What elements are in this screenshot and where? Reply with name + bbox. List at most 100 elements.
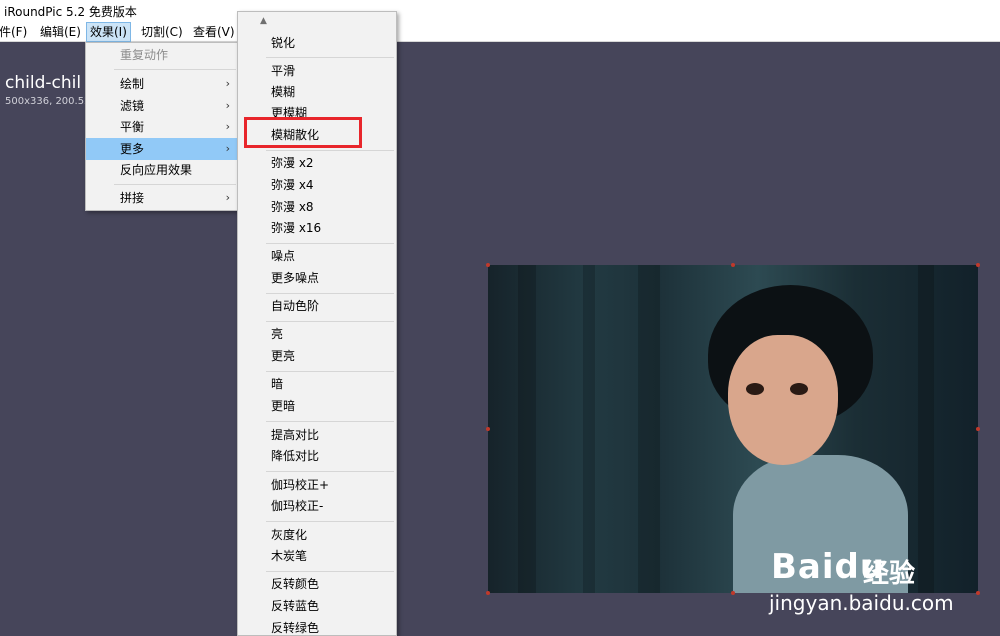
menu-item-invert-green[interactable]: 反转绿色	[238, 619, 396, 636]
menu-item-smooth[interactable]: 平滑	[238, 62, 396, 80]
menu-item-brighten-more[interactable]: 更亮	[238, 347, 396, 365]
menu-item-label: 亮	[271, 327, 284, 341]
selection-handle[interactable]	[976, 427, 980, 431]
more-effects-submenu: ▲ 锐化 平滑 模糊 更模糊 模糊散化 弥漫 x2 弥漫 x4 弥漫 x8 弥漫…	[237, 11, 397, 636]
menu-item-label: 弥漫 x4	[271, 178, 314, 192]
menu-separator	[114, 184, 236, 185]
menu-effects[interactable]: 效果(I)	[86, 22, 131, 42]
menu-item-label: 降低对比	[271, 449, 320, 463]
menu-item-label: 绘制	[120, 77, 145, 91]
child-face	[728, 335, 838, 465]
menu-item-label: 拼接	[120, 191, 145, 205]
background-stripe	[583, 265, 595, 593]
menu-item-diffuse-x16[interactable]: 弥漫 x16	[238, 219, 396, 237]
menu-item-more-noise[interactable]: 更多噪点	[238, 269, 396, 287]
menu-separator	[266, 571, 394, 572]
menu-item-label: 提高对比	[271, 428, 320, 442]
menu-item-label: 反转颜色	[271, 577, 320, 591]
window-title: iRoundPic 5.2 免费版本	[4, 5, 137, 19]
menu-item-diffuse-x2[interactable]: 弥漫 x2	[238, 154, 396, 172]
menu-item-label: 噪点	[271, 249, 296, 263]
menu-item-label: 自动色阶	[271, 299, 320, 313]
menu-item-brighten[interactable]: 亮	[238, 325, 396, 343]
menu-separator	[266, 150, 394, 151]
scroll-up-icon[interactable]: ▲	[260, 16, 267, 26]
submenu-arrow-icon: ›	[225, 120, 230, 133]
menu-file[interactable]: 件(F)	[0, 22, 30, 42]
background-stripe	[918, 265, 934, 593]
menu-item-draw[interactable]: 绘制 ›	[86, 75, 238, 93]
menu-item-diffuse-x4[interactable]: 弥漫 x4	[238, 176, 396, 194]
menu-item-gamma-plus[interactable]: 伽玛校正+	[238, 476, 396, 494]
menu-cut[interactable]: 切割(C)	[138, 22, 186, 42]
menu-item-more[interactable]: 更多 ›	[86, 138, 238, 160]
menu-item-label: 更多噪点	[271, 271, 320, 285]
menu-item-label: 重复动作	[120, 48, 169, 62]
selection-handle[interactable]	[731, 591, 735, 595]
child-eye	[790, 383, 808, 395]
menu-item-label: 伽玛校正-	[271, 499, 324, 513]
menu-item-decrease-contrast[interactable]: 降低对比	[238, 447, 396, 465]
document-info: 500x336, 200.52	[5, 96, 91, 107]
menu-edit[interactable]: 编辑(E)	[37, 22, 84, 42]
menu-item-charcoal[interactable]: 木炭笔	[238, 547, 396, 565]
menu-item-label: 弥漫 x16	[271, 221, 322, 235]
menu-separator	[266, 371, 394, 372]
selection-handle[interactable]	[976, 263, 980, 267]
menu-view[interactable]: 查看(V)	[190, 22, 238, 42]
menu-separator	[266, 321, 394, 322]
selection-handle[interactable]	[731, 263, 735, 267]
menu-item-label: 模糊	[271, 85, 296, 99]
menu-item-auto-levels[interactable]: 自动色阶	[238, 297, 396, 315]
menu-item-balance[interactable]: 平衡 ›	[86, 118, 238, 136]
menu-separator	[266, 521, 394, 522]
menu-item-label: 滤镜	[120, 99, 145, 113]
menu-item-invert-colors[interactable]: 反转颜色	[238, 575, 396, 593]
menu-item-sharpen[interactable]: 锐化	[238, 34, 396, 52]
submenu-arrow-icon: ›	[225, 77, 230, 90]
menu-item-label: 灰度化	[271, 528, 308, 542]
menu-item-label: 反转绿色	[271, 621, 320, 635]
menu-item-label: 更亮	[271, 349, 296, 363]
child-eye	[746, 383, 764, 395]
title-bar: iRoundPic 5.2 免费版本	[0, 0, 1000, 22]
menu-item-label: 锐化	[271, 36, 296, 50]
menu-item-label: 反向应用效果	[120, 163, 193, 177]
menu-item-invert-blue[interactable]: 反转蓝色	[238, 597, 396, 615]
menu-item-filter[interactable]: 滤镜 ›	[86, 97, 238, 115]
submenu-arrow-icon: ›	[225, 191, 230, 204]
menu-separator	[266, 421, 394, 422]
menu-item-darken[interactable]: 暗	[238, 375, 396, 393]
menu-item-gamma-minus[interactable]: 伽玛校正-	[238, 497, 396, 515]
menu-item-label: 反转蓝色	[271, 599, 320, 613]
menu-separator	[266, 57, 394, 58]
menu-item-blur[interactable]: 模糊	[238, 83, 396, 101]
menu-separator	[266, 471, 394, 472]
menu-item-label: 平衡	[120, 120, 145, 134]
menu-separator	[266, 243, 394, 244]
menu-item-label: 弥漫 x8	[271, 200, 314, 214]
menu-item-label: 木炭笔	[271, 549, 308, 563]
selection-handle[interactable]	[486, 591, 490, 595]
selection-handle[interactable]	[486, 263, 490, 267]
selection-handle[interactable]	[486, 427, 490, 431]
background-stripe	[518, 265, 536, 593]
menu-item-reverse-apply[interactable]: 反向应用效果	[86, 161, 238, 179]
menu-item-label: 更暗	[271, 399, 296, 413]
menu-item-stitch[interactable]: 拼接 ›	[86, 189, 238, 207]
photo-image[interactable]	[488, 265, 978, 593]
menu-item-darken-more[interactable]: 更暗	[238, 397, 396, 415]
menu-separator	[114, 69, 236, 70]
menu-item-diffuse-x8[interactable]: 弥漫 x8	[238, 198, 396, 216]
menu-item-increase-contrast[interactable]: 提高对比	[238, 426, 396, 444]
menu-item-label: 弥漫 x2	[271, 156, 314, 170]
watermark-url: jingyan.baidu.com	[769, 591, 954, 615]
menu-item-noise[interactable]: 噪点	[238, 247, 396, 265]
menu-item-grayscale[interactable]: 灰度化	[238, 526, 396, 544]
effects-dropdown-menu: 重复动作 绘制 › 滤镜 › 平衡 › 更多 › 反向应用效果 拼接 ›	[85, 42, 239, 211]
menu-item-label: 暗	[271, 377, 284, 391]
selection-handle[interactable]	[976, 591, 980, 595]
menu-item-repeat-action: 重复动作	[86, 46, 238, 64]
highlight-outline	[244, 117, 362, 148]
menu-item-label: 伽玛校正+	[271, 478, 330, 492]
